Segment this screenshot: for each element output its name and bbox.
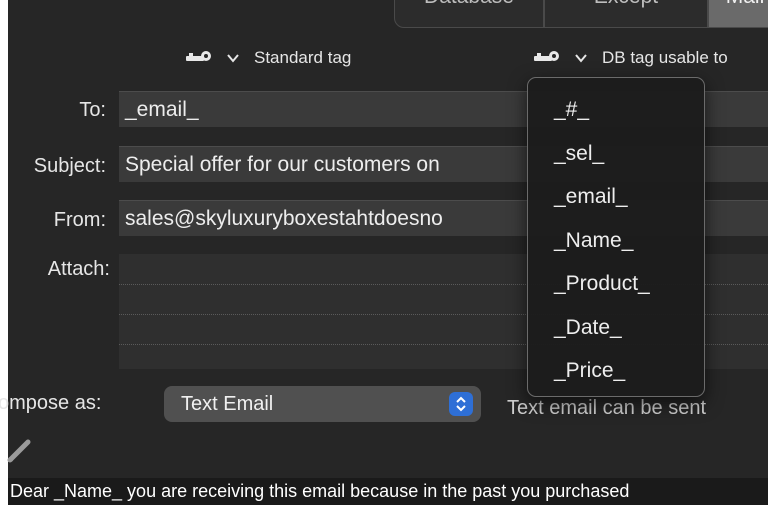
menu-item-name[interactable]: _Name_ — [528, 221, 704, 265]
attach-label: Attach: — [47, 258, 110, 280]
compose-format-value: Text Email — [181, 393, 274, 415]
key-icon — [186, 51, 214, 65]
key-icon — [534, 51, 562, 65]
menu-item-row-number[interactable]: _#_ — [528, 90, 704, 134]
tab-bar: Database Except Mail — [394, 0, 768, 30]
menu-item-price[interactable]: _Price_ — [528, 351, 704, 395]
mail-window: Database Except Mail Standard tag DB tag… — [0, 0, 768, 515]
subject-label: Subject: — [33, 155, 106, 177]
compose-note: Text email can be sent — [507, 397, 706, 419]
db-tag-picker[interactable]: DB tag usable to — [534, 44, 728, 72]
pencil-icon[interactable] — [6, 436, 34, 464]
compose-format-popup[interactable]: Text Email — [164, 386, 481, 422]
compose-as-label: ompose as: — [0, 392, 102, 414]
tab-database[interactable]: Database — [394, 0, 544, 28]
chevron-down-icon — [574, 51, 590, 65]
db-tag-label: DB tag usable to — [602, 48, 728, 67]
tab-except[interactable]: Except — [544, 0, 708, 28]
menu-item-product[interactable]: _Product_ — [528, 264, 704, 308]
chevron-down-icon — [226, 51, 242, 65]
up-down-chevron-icon — [449, 392, 473, 416]
menu-item-sel[interactable]: _sel_ — [528, 134, 704, 178]
menu-item-email[interactable]: _email_ — [528, 177, 704, 221]
menu-item-date[interactable]: _Date_ — [528, 308, 704, 352]
standard-tag-picker[interactable]: Standard tag — [186, 44, 351, 72]
window-bottom-edge — [0, 505, 768, 515]
message-body[interactable]: Dear _Name_ you are receiving this email… — [8, 478, 768, 505]
standard-tag-label: Standard tag — [254, 48, 352, 67]
from-label: From: — [53, 209, 106, 231]
tab-mail[interactable]: Mail — [708, 0, 768, 28]
db-tag-menu: _#_ _sel_ _email_ _Name_ _Product_ _Date… — [527, 77, 705, 397]
to-label: To: — [79, 99, 106, 121]
